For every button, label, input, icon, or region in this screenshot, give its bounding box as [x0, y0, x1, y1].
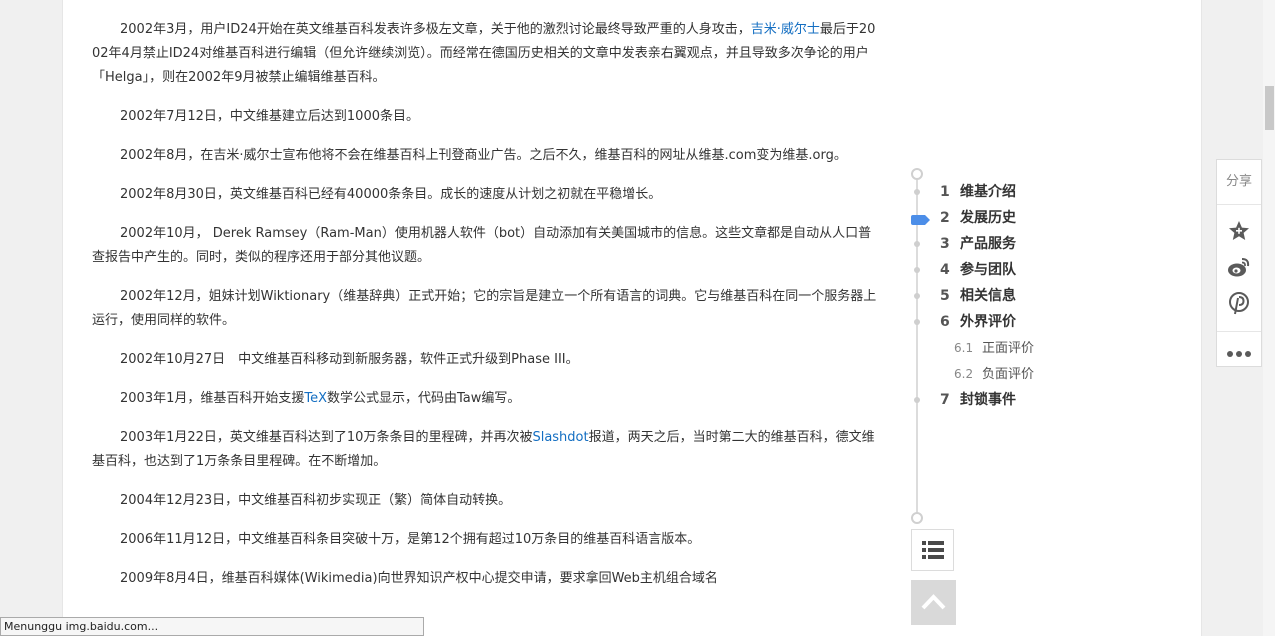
- paragraph-2004-12: 2004年12月23日，中文维基百科初步实现正（繁）简体自动转换。: [92, 489, 882, 513]
- toc-dot: [914, 319, 920, 325]
- share-more-button[interactable]: [1217, 331, 1261, 376]
- weibo-icon: [1228, 258, 1250, 277]
- toc-rail-top-cap: [911, 168, 923, 180]
- toc-dot: [914, 293, 920, 299]
- toc-label: 相关信息: [960, 288, 1016, 304]
- toc-number: 6: [940, 314, 950, 330]
- paragraph-text: 2002年8月30日，英文维基百科已经有40000条条目。成长的速度从计划之初就…: [120, 187, 662, 202]
- toc-dot: [914, 397, 920, 403]
- toc-number: 2: [940, 210, 950, 226]
- paragraph-2002-08-30: 2002年8月30日，英文维基百科已经有40000条条目。成长的速度从计划之初就…: [92, 183, 882, 207]
- toc-number: 6.2: [954, 367, 974, 381]
- toc-label: 发展历史: [960, 210, 1016, 226]
- paragraph-text: 2002年10月， Derek Ramsey（Ram-Man）使用机器人软件（b…: [92, 226, 872, 265]
- share-pinterest-button[interactable]: [1217, 285, 1261, 321]
- toc-toggle-button[interactable]: [911, 529, 954, 571]
- paragraph-text: 2004年12月23日，中文维基百科初步实现正（繁）简体自动转换。: [120, 493, 512, 508]
- toc-item-related[interactable]: 5 相关信息: [940, 286, 1016, 306]
- more-dots-icon: [1227, 351, 1251, 357]
- star-icon: [1229, 221, 1249, 240]
- toc-item-team[interactable]: 4 参与团队: [940, 260, 1016, 280]
- link-tex[interactable]: TeX: [304, 391, 327, 406]
- paragraph-text: 2003年1月22日，英文维基百科达到了10万条条目的里程碑，并再次被: [120, 430, 533, 445]
- toc-item-intro[interactable]: 1 维基介绍: [940, 182, 1016, 202]
- paragraph-2003-01-22: 2003年1月22日，英文维基百科达到了10万条条目的里程碑，并再次被Slash…: [92, 426, 882, 474]
- list-icon: [922, 541, 944, 559]
- article-content: 2002年3月，用户ID24开始在英文维基百科发表许多极左文章，关于他的激烈讨论…: [92, 18, 882, 606]
- paragraph-2006-11: 2006年11月12日，中文维基百科条目突破十万，是第12个拥有超过10万条目的…: [92, 528, 882, 552]
- browser-status-bar: Menunggu img.baidu.com...: [0, 617, 424, 636]
- toc-dot: [914, 189, 920, 195]
- toc-item-blocking[interactable]: 7 封锁事件: [940, 390, 1016, 410]
- toc-number: 4: [940, 262, 950, 278]
- toc-label: 参与团队: [960, 262, 1016, 278]
- toc-number: 5: [940, 288, 950, 304]
- toc-number: 3: [940, 236, 950, 252]
- toc-active-marker: [911, 215, 930, 225]
- paragraph-2002-10-27: 2002年10月27日 中文维基百科移动到新服务器，软件正式升级到Phase I…: [92, 348, 882, 372]
- toc-dot: [914, 241, 920, 247]
- chevron-up-icon: [921, 594, 946, 610]
- paragraph-text: 2002年3月，用户ID24开始在英文维基百科发表许多极左文章，关于他的激烈讨论…: [120, 22, 751, 37]
- paragraph-2002-07: 2002年7月12日，中文维基建立后达到1000条目。: [92, 105, 882, 129]
- paragraph-2002-12: 2002年12月，姐妹计划Wiktionary（维基辞典）正式开始；它的宗旨是建…: [92, 285, 882, 333]
- paragraph-2002-10: 2002年10月， Derek Ramsey（Ram-Man）使用机器人软件（b…: [92, 222, 882, 270]
- toc-label: 产品服务: [960, 236, 1016, 252]
- toc-item-reviews[interactable]: 6 外界评价: [940, 312, 1016, 332]
- paragraph-text: 2002年8月，在吉米·威尔士宣布他将不会在维基百科上刊登商业广告。之后不久，维…: [120, 148, 847, 163]
- share-weibo-button[interactable]: [1217, 249, 1261, 285]
- toc-number: 7: [940, 392, 950, 408]
- toc-item-history[interactable]: 2 发展历史: [940, 208, 1016, 228]
- toc-item-products[interactable]: 3 产品服务: [940, 234, 1016, 254]
- scrollbar-thumb[interactable]: [1265, 86, 1274, 130]
- share-bar: 分享: [1216, 159, 1262, 367]
- toc-number: 1: [940, 184, 950, 200]
- toc-label: 正面评价: [982, 341, 1035, 356]
- toc-number: 6.1: [954, 341, 974, 355]
- paragraph-text: 数学公式显示，代码由Taw编写。: [327, 391, 521, 406]
- paragraph-2002-03: 2002年3月，用户ID24开始在英文维基百科发表许多极左文章，关于他的激烈讨论…: [92, 18, 882, 90]
- back-to-top-button[interactable]: [911, 580, 956, 625]
- paragraph-text: 2009年8月4日，维基百科媒体(Wikimedia)向世界知识产权中心提交申请…: [120, 571, 718, 586]
- toc-label: 外界评价: [960, 314, 1016, 330]
- toc-dot: [914, 267, 920, 273]
- paragraph-text: 2003年1月，维基百科开始支援: [120, 391, 305, 406]
- toc-label: 负面评价: [982, 367, 1035, 382]
- paragraph-2009-08: 2009年8月4日，维基百科媒体(Wikimedia)向世界知识产权中心提交申请…: [92, 567, 882, 591]
- pinterest-icon: [1229, 292, 1249, 315]
- link-jimmy-wales[interactable]: 吉米·威尔士: [751, 22, 820, 37]
- paragraph-text: 2002年7月12日，中文维基建立后达到1000条目。: [120, 109, 419, 124]
- toc-subitem-positive[interactable]: 6.1 正面评价: [954, 338, 1034, 358]
- paragraph-text: 2002年10月27日 中文维基百科移动到新服务器，软件正式升级到Phase I…: [120, 352, 579, 367]
- paragraph-2002-08: 2002年8月，在吉米·威尔士宣布他将不会在维基百科上刊登商业广告。之后不久，维…: [92, 144, 882, 168]
- paragraph-text: 2002年12月，姐妹计划Wiktionary（维基辞典）正式开始；它的宗旨是建…: [92, 289, 877, 328]
- toc-label: 维基介绍: [960, 184, 1016, 200]
- toc-subitem-negative[interactable]: 6.2 负面评价: [954, 364, 1034, 384]
- favorite-button[interactable]: [1217, 213, 1261, 249]
- toc-label: 封锁事件: [960, 392, 1016, 408]
- share-label: 分享: [1217, 160, 1261, 205]
- paragraph-2003-01: 2003年1月，维基百科开始支援TeX数学公式显示，代码由Taw编写。: [92, 387, 882, 411]
- toc-rail-bottom-cap: [911, 512, 923, 524]
- paragraph-text: 2006年11月12日，中文维基百科条目突破十万，是第12个拥有超过10万条目的…: [120, 532, 701, 547]
- link-slashdot[interactable]: Slashdot: [532, 430, 588, 445]
